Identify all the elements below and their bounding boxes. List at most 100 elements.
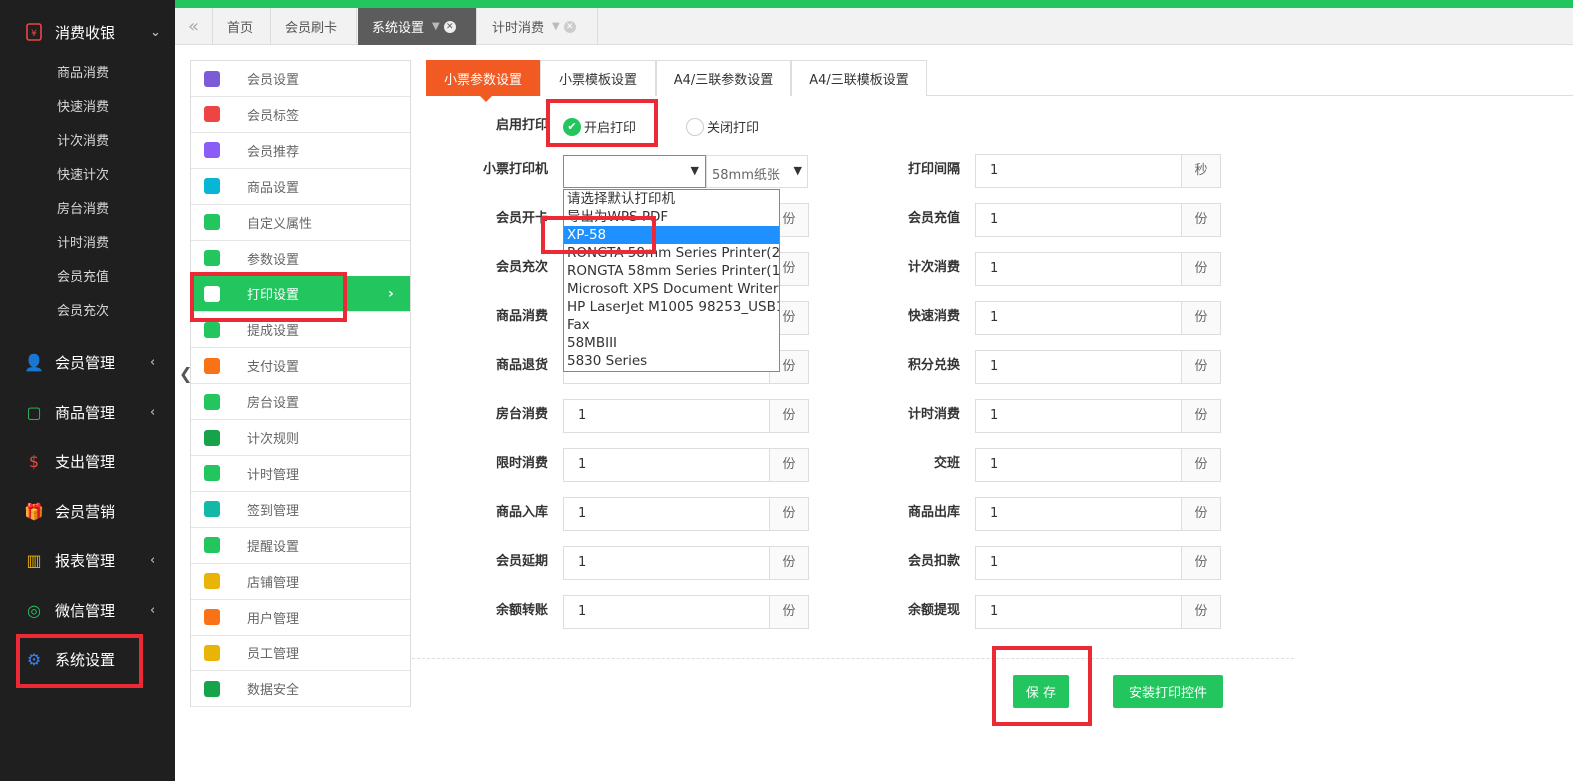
copies-left-label: 商品退货: [495, 358, 548, 373]
annotation-box-printer-option: [541, 216, 656, 254]
unit-label: 份: [1181, 498, 1220, 530]
sidebar-subitem[interactable]: 快速消费: [57, 98, 109, 118]
input-value: 1: [990, 310, 999, 325]
report-icon: ▥: [26, 550, 42, 570]
copies-right-input[interactable]: 1份: [975, 497, 1221, 531]
copies-left-label: 限时消费: [495, 456, 548, 471]
pin-icon[interactable]: ▼: [552, 21, 560, 32]
sidebar-section-cashier[interactable]: ¥ 消费收银 ⌄: [0, 14, 175, 50]
copies-right-input[interactable]: 1份: [975, 546, 1221, 580]
settings-item-label: 计时管理: [247, 467, 300, 483]
settings-item-icon: [204, 106, 220, 123]
copies-right-input[interactable]: 1份: [975, 203, 1221, 237]
tab-label: 会员刷卡: [285, 21, 338, 36]
settings-item-label: 提醒设置: [247, 539, 300, 555]
copies-left-input[interactable]: 1份: [563, 546, 809, 580]
sidebar-subitem[interactable]: 快速计次: [57, 166, 109, 186]
printer-option[interactable]: Fax: [564, 316, 779, 334]
copies-right-input[interactable]: 1份: [975, 301, 1221, 335]
sidebar-subitem[interactable]: 会员充值: [57, 268, 109, 288]
tab-label: 系统设置: [372, 21, 425, 36]
collapse-menu-icon[interactable]: ❮: [179, 364, 192, 383]
input-value: 1: [578, 506, 587, 521]
sidebar-subitem[interactable]: 会员充次: [57, 302, 109, 322]
print-interval-input[interactable]: 1 秒: [975, 154, 1221, 188]
settings-item-label: 店铺管理: [247, 575, 300, 591]
copies-right-input[interactable]: 1份: [975, 252, 1221, 286]
settings-menu-item[interactable]: 会员设置: [191, 61, 410, 97]
settings-menu-item[interactable]: 签到管理: [191, 492, 410, 528]
settings-item-icon: [204, 609, 220, 625]
copies-right-label: 积分兑换: [907, 358, 960, 373]
unit-label: 份: [1181, 253, 1220, 285]
sidebar-section-expense[interactable]: $ 支出管理: [0, 443, 175, 479]
radio-print-off[interactable]: 关闭打印: [686, 117, 759, 136]
settings-menu-item[interactable]: 计时管理: [191, 456, 410, 492]
sidebar-section-wechat[interactable]: ◎ 微信管理 ‹: [0, 592, 175, 628]
copies-right-label: 会员充值: [907, 211, 960, 226]
copies-left-input[interactable]: 1份: [563, 497, 809, 531]
settings-menu-item[interactable]: 用户管理: [191, 600, 410, 636]
copies-left-input[interactable]: 1份: [563, 399, 809, 433]
copies-right-input[interactable]: 1份: [975, 350, 1221, 384]
tab-receipt-template[interactable]: 小票模板设置: [540, 60, 656, 96]
close-icon[interactable]: ✕: [563, 20, 576, 33]
pin-icon[interactable]: ▼: [432, 21, 440, 32]
sidebar-section-goods[interactable]: ▢ 商品管理 ‹: [0, 394, 175, 430]
tab-system-settings[interactable]: 系统设置 ▼ ✕: [358, 8, 477, 45]
settings-item-icon: [204, 250, 220, 266]
sidebar-section-reports[interactable]: ▥ 报表管理 ‹: [0, 542, 175, 578]
close-icon[interactable]: ✕: [443, 20, 456, 33]
sidebar-section-marketing[interactable]: 🎁 会员营销: [0, 493, 175, 529]
settings-menu-item[interactable]: 自定义属性: [191, 205, 410, 241]
copies-left-input[interactable]: 1份: [563, 595, 809, 629]
settings-menu-item[interactable]: 提醒设置: [191, 528, 410, 564]
printer-option[interactable]: RONGTA 58mm Series Printer(1): [564, 262, 779, 280]
settings-menu-item[interactable]: 支付设置: [191, 348, 410, 385]
expense-icon: $: [28, 451, 40, 471]
copies-right-input[interactable]: 1份: [975, 595, 1221, 629]
copies-right-input[interactable]: 1份: [975, 399, 1221, 433]
sidebar-subitem[interactable]: 计次消费: [57, 132, 109, 152]
tab-timed-consume[interactable]: 计时消费 ▼ ✕: [478, 8, 598, 45]
printer-option[interactable]: 5830 Series: [564, 352, 779, 370]
settings-menu-item[interactable]: 房台设置: [191, 384, 410, 421]
printer-option[interactable]: 请选择默认打印机: [564, 190, 779, 208]
printer-label: 小票打印机: [482, 162, 548, 177]
tabs-scroll-left-icon[interactable]: «: [175, 8, 213, 45]
tab-a4-template[interactable]: A4/三联模板设置: [791, 60, 927, 96]
settings-menu-item[interactable]: 会员标签: [191, 97, 410, 133]
sidebar-subitem[interactable]: 房台消费: [57, 200, 109, 220]
copies-right-label: 快速消费: [907, 309, 960, 324]
tab-home[interactable]: 首页: [213, 8, 271, 45]
paper-size-select[interactable]: 58mm纸张 ▼: [706, 155, 808, 188]
settings-menu-item[interactable]: 员工管理: [191, 635, 410, 672]
printer-option[interactable]: 58MBIII: [564, 334, 779, 352]
printer-select[interactable]: ▼: [563, 155, 706, 188]
annotation-box-print-settings: [190, 272, 347, 322]
printer-option[interactable]: Microsoft XPS Document Writer: [564, 280, 779, 298]
settings-menu-item[interactable]: 计次规则: [191, 420, 410, 456]
sidebar-section-members[interactable]: 👤 会员管理 ‹: [0, 344, 175, 380]
input-value: 1: [990, 359, 999, 374]
sidebar-section-label: 报表管理: [55, 551, 116, 570]
settings-item-icon: [204, 142, 220, 159]
tab-label: 计时消费: [492, 21, 545, 36]
sidebar-section-label: 会员营销: [55, 502, 116, 521]
sidebar-subitem[interactable]: 商品消费: [57, 64, 109, 84]
copies-left-input[interactable]: 1份: [563, 448, 809, 482]
sidebar-subitem[interactable]: 计时消费: [57, 234, 109, 254]
settings-menu-item[interactable]: 商品设置: [191, 169, 410, 205]
printer-option[interactable]: HP LaserJet M1005 98253_USB1: [564, 298, 779, 316]
copies-left-label: 会员充次: [495, 260, 548, 275]
settings-menu-item[interactable]: 店铺管理: [191, 564, 410, 600]
copies-right-input[interactable]: 1份: [975, 448, 1221, 482]
settings-menu-item[interactable]: 数据安全: [191, 671, 410, 708]
unit-label: 份: [769, 547, 808, 579]
tab-a4-params[interactable]: A4/三联参数设置: [656, 60, 791, 96]
install-print-plugin-button[interactable]: 安装打印控件: [1113, 675, 1223, 708]
tab-member-card[interactable]: 会员刷卡: [271, 8, 357, 45]
tab-receipt-params[interactable]: 小票参数设置: [426, 60, 540, 96]
settings-item-icon: [204, 178, 220, 195]
settings-menu-item[interactable]: 会员推荐: [191, 133, 410, 169]
